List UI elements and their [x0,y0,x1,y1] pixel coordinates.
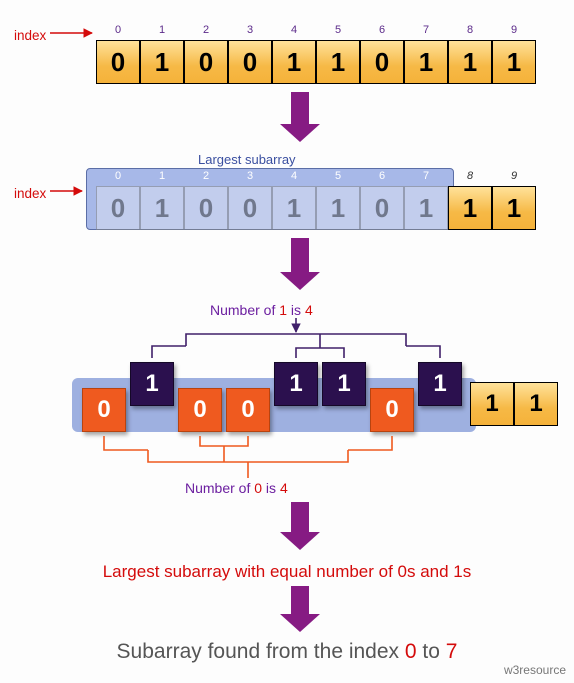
summary2-mid: to [417,640,446,663]
piece-one: 1 [130,362,174,406]
piece-zero: 0 [178,388,222,432]
largest-subarray-label: Largest subarray [198,152,296,167]
index-cell: 0 [96,24,140,36]
index-cell: 7 [404,24,448,36]
stage1-index-row: 0 1 2 3 4 5 6 7 8 9 [96,24,536,36]
index-cell: 3 [228,24,272,36]
index-cell: 9 [492,24,536,36]
watermark: w3resource [504,663,566,677]
zeros-count-mid: is [262,480,280,496]
piece-zero: 0 [370,388,414,432]
array-cell: 0 [96,40,140,84]
piece-zero: 0 [226,388,270,432]
array-cell: 1 [140,186,184,230]
tail-cell: 1 [470,382,514,426]
ones-count-value: 4 [305,302,313,318]
array-cell: 1 [404,186,448,230]
ones-glyph: 1 [279,302,287,318]
index-cell: 2 [184,24,228,36]
array-cell: 1 [140,40,184,84]
array-cell: 1 [316,186,360,230]
array-cell: 1 [404,40,448,84]
index-cell: 6 [360,24,404,36]
index-cell: 4 [272,170,316,182]
array-cell: 1 [272,40,316,84]
index-cell: 0 [96,170,140,182]
stage2-subindex-row: 0 1 2 3 4 5 6 7 [96,170,448,182]
index-label-1: index [14,28,46,43]
array-cell: 1 [448,40,492,84]
zeros-glyph: 0 [254,480,262,496]
ones-count-pre: Number of [210,302,279,318]
array-cell: 0 [360,186,404,230]
index-cell: 5 [316,170,360,182]
index-cell: 4 [272,24,316,36]
index-cell: 1 [140,24,184,36]
index-cell: 6 [360,170,404,182]
summary2-pre: Subarray found from the index [117,640,405,663]
array-cell: 1 [272,186,316,230]
piece-zero: 0 [82,388,126,432]
piece-one: 1 [322,362,366,406]
array-cell: 0 [360,40,404,84]
array-cell: 1 [492,40,536,84]
index-label-2: index [14,186,46,201]
array-cell: 0 [96,186,140,230]
stage1-array: 0 1 0 0 1 1 0 1 1 1 [96,40,536,84]
index-cell: 7 [404,170,448,182]
array-cell: 0 [228,186,272,230]
piece-one: 1 [274,362,318,406]
summary-line-2: Subarray found from the index 0 to 7 [0,640,574,664]
stage2-array: 0 1 0 0 1 1 0 1 1 1 [96,186,536,230]
array-cell: 0 [228,40,272,84]
array-cell: 0 [184,186,228,230]
index-cell: 5 [316,24,360,36]
index-cell: 2 [184,170,228,182]
array-cell: 1 [448,186,492,230]
tail-cell: 1 [514,382,558,426]
index-cell: 3 [228,170,272,182]
summary2-to: 7 [446,640,458,663]
summary-line-1: Largest subarray with equal number of 0s… [0,562,574,582]
stage2-tailindex-row: 8 9 [448,170,536,182]
ones-count-label: Number of 1 is 4 [210,302,313,318]
index-cell: 8 [448,170,492,182]
array-cell: 0 [184,40,228,84]
index-cell: 1 [140,170,184,182]
array-cell: 1 [492,186,536,230]
piece-one: 1 [418,362,462,406]
zeros-count-pre: Number of [185,480,254,496]
ones-count-mid: is [287,302,305,318]
zeros-count-label: Number of 0 is 4 [185,480,288,496]
index-cell: 8 [448,24,492,36]
index-cell: 9 [492,170,536,182]
zeros-count-value: 4 [280,480,288,496]
array-cell: 1 [316,40,360,84]
summary2-from: 0 [405,640,417,663]
